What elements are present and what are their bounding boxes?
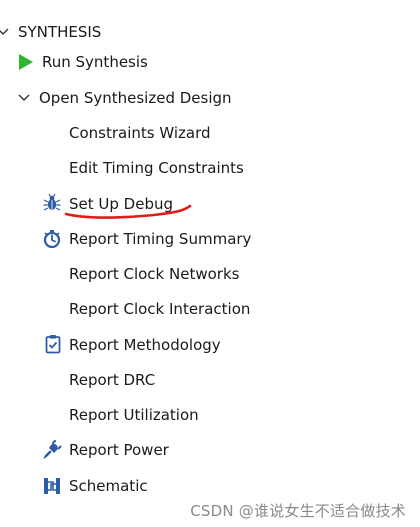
menu-item-label: Report DRC <box>69 371 156 389</box>
power-plug-icon <box>42 440 62 460</box>
menu-item-label: Report Power <box>69 441 169 459</box>
menu-item-label: Report Timing Summary <box>69 230 252 248</box>
menu-item-report-methodology[interactable]: Report Methodology <box>69 330 221 360</box>
menu-item-label: Report Utilization <box>69 406 199 424</box>
schematic-icon <box>42 476 62 496</box>
menu-item-label: Report Methodology <box>69 336 221 354</box>
chevron-down-icon[interactable] <box>0 25 10 39</box>
stopwatch-icon <box>42 229 62 249</box>
menu-item-label: Constraints Wizard <box>69 124 211 142</box>
section-synthesis[interactable]: SYNTHESIS <box>0 17 101 47</box>
menu-item-label: Edit Timing Constraints <box>69 159 244 177</box>
bug-icon <box>42 193 62 213</box>
menu-item-constraints-wizard[interactable]: Constraints Wizard <box>69 118 211 148</box>
menu-item-edit-timing-constraints[interactable]: Edit Timing Constraints <box>69 153 244 183</box>
section-title: SYNTHESIS <box>18 23 102 41</box>
menu-item-schematic[interactable]: Schematic <box>69 471 148 501</box>
run-synthesis-label: Run Synthesis <box>42 53 148 71</box>
open-design-label: Open Synthesized Design <box>39 89 232 107</box>
menu-item-label: Report Clock Networks <box>69 265 240 283</box>
menu-item-label: Report Clock Interaction <box>69 300 251 318</box>
menu-item-report-drc[interactable]: Report DRC <box>69 365 155 395</box>
flow-navigator-panel: SYNTHESIS Run Synthesis Open Synthesized… <box>0 0 420 527</box>
clipboard-check-icon <box>43 334 63 354</box>
run-synthesis-item[interactable]: Run Synthesis <box>42 47 148 77</box>
watermark-text: CSDN @谁说女生不适合做技术 <box>190 502 406 520</box>
menu-item-label: Schematic <box>69 477 148 495</box>
menu-item-report-utilization[interactable]: Report Utilization <box>69 400 199 430</box>
menu-item-report-clock-interaction[interactable]: Report Clock Interaction <box>69 294 250 324</box>
run-play-icon <box>16 52 36 72</box>
red-underline-annotation <box>64 204 192 219</box>
menu-item-report-timing-summary[interactable]: Report Timing Summary <box>69 224 251 254</box>
menu-item-report-clock-networks[interactable]: Report Clock Networks <box>69 259 239 289</box>
open-synthesized-design-item[interactable]: Open Synthesized Design <box>17 83 232 113</box>
chevron-down-icon[interactable] <box>17 91 31 105</box>
menu-item-report-power[interactable]: Report Power <box>69 435 169 465</box>
